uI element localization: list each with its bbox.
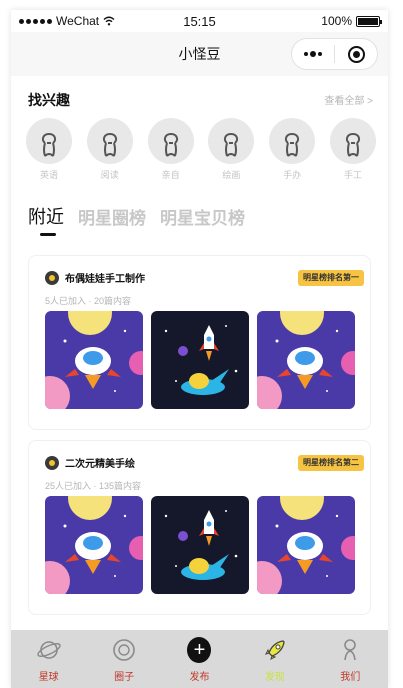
rank-badge: 明星榜排名第二 <box>298 455 364 471</box>
avatar-placeholder <box>26 118 72 164</box>
avatar-placeholder <box>86 118 133 164</box>
interest-label: 亲自 <box>161 170 180 180</box>
post-image[interactable] <box>257 496 355 594</box>
interest-label: 手工 <box>343 170 362 180</box>
rocket-space-image <box>151 496 249 594</box>
circle-name: 二次元精美手绘 <box>65 459 135 470</box>
circle-icon <box>112 638 136 662</box>
circle-avatar-icon <box>45 270 59 285</box>
tabbar-label: 圈子 <box>114 672 135 683</box>
rocket-planets-image <box>257 496 355 594</box>
battery-percent: 100% <box>321 14 352 28</box>
person-placeholder-icon <box>224 133 239 157</box>
battery-status: 100% <box>321 14 382 28</box>
rocket-space-image <box>151 311 249 409</box>
more-button[interactable] <box>292 51 334 57</box>
interest-label: 绘画 <box>222 170 241 180</box>
rocket-planets-image <box>45 496 143 594</box>
circle-meta: 25人已加入 · 135篇内容 <box>45 481 142 491</box>
interest-label: 阅读 <box>100 170 119 180</box>
active-tab-indicator <box>40 233 56 236</box>
tabbar-item-planet[interactable]: 星球 <box>19 630 79 688</box>
card-image-row <box>45 311 355 409</box>
tabbar-item-publish[interactable]: + 发布 <box>169 630 229 688</box>
tab-nearby[interactable]: 附近 <box>28 203 64 229</box>
tabbar-item-discover[interactable]: 发现 <box>245 630 305 688</box>
interest-item[interactable]: 阅读 <box>86 118 133 181</box>
status-bar: WeChat 15:15 100% <box>11 10 388 32</box>
tabbar-label: 我们 <box>340 672 361 683</box>
circle-meta: 5人已加入 · 20篇内容 <box>45 296 132 306</box>
circle-card[interactable]: 布偶娃娃手工制作 明星榜排名第一 5人已加入 · 20篇内容 <box>28 255 371 430</box>
tabbar-item-circle[interactable]: 圈子 <box>94 630 154 688</box>
interests-list: 英语 阅读 亲自 绘画 手办 手工 <box>26 118 376 181</box>
interest-item[interactable]: 手工 <box>329 118 376 181</box>
bottom-tab-bar: 星球 圈子 + 发布 发现 我们 <box>11 630 388 688</box>
phone-screen: WeChat 15:15 100% 小怪豆 找兴趣 查看全部 > 英语 阅读 亲… <box>11 10 388 688</box>
interest-label: 手办 <box>283 170 302 180</box>
battery-icon <box>356 15 382 27</box>
tabbar-item-me[interactable]: 我们 <box>320 630 380 688</box>
view-all-link[interactable]: 查看全部 > <box>324 92 373 107</box>
tab-star-baby-rank[interactable]: 明星宝贝榜 <box>160 204 245 229</box>
person-placeholder-icon <box>345 133 361 157</box>
interests-header: 找兴趣 查看全部 > <box>28 90 373 110</box>
nav-bar: 小怪豆 <box>11 32 388 76</box>
person-placeholder-icon <box>285 133 300 157</box>
tabbar-label: 发现 <box>264 672 285 683</box>
circle-avatar-icon <box>45 455 59 470</box>
post-image[interactable] <box>151 311 249 409</box>
tab-star-circle-rank[interactable]: 明星圈榜 <box>78 204 146 229</box>
person-placeholder-icon <box>41 133 57 157</box>
tabbar-label: 星球 <box>38 672 59 683</box>
post-image[interactable] <box>257 311 355 409</box>
interests-heading: 找兴趣 <box>28 92 70 108</box>
avatar-placeholder <box>147 118 194 164</box>
tabbar-label: 发布 <box>189 672 210 683</box>
close-target-icon <box>347 45 365 63</box>
feed-tabs: 附近 明星圈榜 明星宝贝榜 <box>28 203 245 229</box>
plus-icon: + <box>187 637 212 663</box>
person-placeholder-icon <box>102 133 117 157</box>
rocket-planets-image <box>45 311 143 409</box>
post-image[interactable] <box>45 311 143 409</box>
interest-item[interactable]: 亲自 <box>147 118 194 181</box>
avatar-placeholder <box>329 118 376 164</box>
rocket-planets-image <box>257 311 355 409</box>
miniprogram-capsule <box>291 38 378 70</box>
planet-icon <box>36 638 61 662</box>
avatar-placeholder <box>269 118 316 164</box>
interest-label: 英语 <box>39 170 58 180</box>
person-placeholder-icon <box>163 133 178 157</box>
interest-item[interactable]: 绘画 <box>208 118 255 181</box>
close-button[interactable] <box>335 45 377 63</box>
post-image[interactable] <box>151 496 249 594</box>
post-image[interactable] <box>45 496 143 594</box>
circle-name: 布偶娃娃手工制作 <box>65 274 145 285</box>
avatar-placeholder <box>208 118 255 164</box>
rocket-icon <box>263 638 287 662</box>
card-image-row <box>45 496 355 594</box>
card-header: 二次元精美手绘 <box>45 455 135 470</box>
person-icon <box>338 638 362 662</box>
circle-card[interactable]: 二次元精美手绘 明星榜排名第二 25人已加入 · 135篇内容 <box>28 440 371 615</box>
card-header: 布偶娃娃手工制作 <box>45 270 145 285</box>
interest-item[interactable]: 手办 <box>269 118 316 181</box>
rank-badge: 明星榜排名第一 <box>298 270 364 286</box>
interest-item[interactable]: 英语 <box>26 118 72 181</box>
